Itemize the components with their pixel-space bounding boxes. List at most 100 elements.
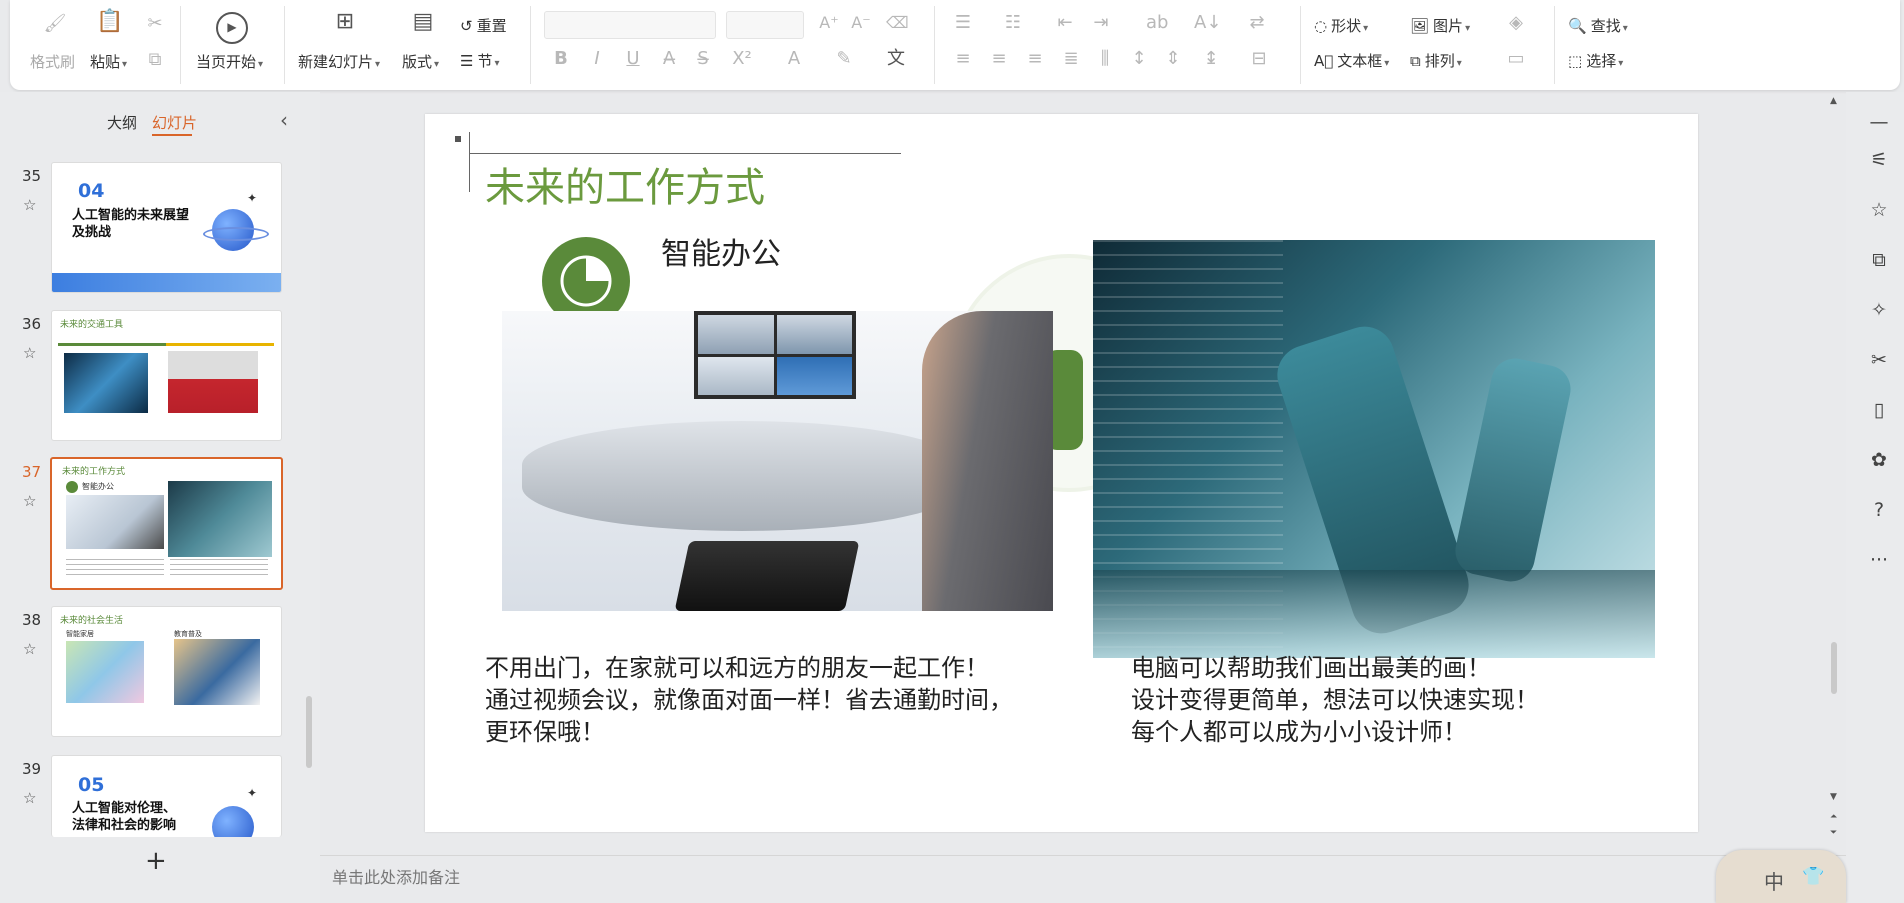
slide-title[interactable]: 未来的工作方式 bbox=[485, 164, 765, 212]
canvas-scrollbar[interactable]: ▲ ▼ ⏶ ⏷ bbox=[1828, 92, 1840, 852]
shirt-icon[interactable]: 👕 bbox=[1802, 866, 1824, 887]
fill-color-icon[interactable]: ◈ bbox=[1502, 13, 1530, 33]
book-icon[interactable]: ▯ bbox=[1867, 398, 1891, 422]
more-icon[interactable]: ··· bbox=[1867, 548, 1891, 572]
underline-icon[interactable]: U bbox=[624, 49, 642, 69]
collapse-panel-icon[interactable]: ‹ bbox=[280, 108, 288, 132]
spacing-options-icon[interactable]: ↨ bbox=[1200, 49, 1222, 69]
align-left-icon[interactable]: ≡ bbox=[952, 49, 974, 69]
layout-button[interactable]: 版式 ▾ bbox=[402, 51, 439, 72]
minimize-icon[interactable]: — bbox=[1867, 110, 1891, 134]
star-icon[interactable]: ☆ bbox=[23, 344, 36, 362]
picture-button[interactable]: 🖼 图片 ▾ bbox=[1410, 15, 1470, 36]
layout-icon[interactable]: ▤ bbox=[410, 11, 436, 33]
slide-thumbnail-38[interactable]: 未来的社会生活 智能家居 教育普及 bbox=[51, 606, 282, 737]
ime-language[interactable]: 中 bbox=[1764, 866, 1784, 895]
select-button[interactable]: ⬚ 选择 ▾ bbox=[1568, 50, 1623, 71]
right-text-line[interactable]: 每个人都可以成为小小设计师！ bbox=[1131, 716, 1467, 748]
copy-icon[interactable]: ⧉ bbox=[144, 50, 166, 70]
left-text-line[interactable]: 不用出门，在家就可以和远方的朋友一起工作！ bbox=[485, 652, 989, 684]
right-text-line[interactable]: 电脑可以帮助我们画出最美的画！ bbox=[1131, 652, 1491, 684]
video-meeting-image[interactable] bbox=[502, 311, 1053, 611]
align-text-icon[interactable]: ⊟ bbox=[1248, 49, 1270, 69]
transition-icon[interactable]: ⧉ bbox=[1867, 248, 1891, 272]
section-button[interactable]: ☰ 节 ▾ bbox=[460, 50, 500, 71]
left-text-line[interactable]: 通过视频会议，就像面对面一样！省去通勤时间， bbox=[485, 684, 1013, 716]
paste-button[interactable]: 粘贴 ▾ bbox=[90, 51, 127, 72]
distribute-icon[interactable]: ⫼ bbox=[1094, 49, 1116, 69]
para-spacing-icon[interactable]: ⇕ bbox=[1162, 49, 1184, 69]
puzzle-icon[interactable]: ✿ bbox=[1867, 448, 1891, 472]
increase-font-icon[interactable]: A⁺ bbox=[818, 13, 840, 33]
bold-icon[interactable]: B bbox=[552, 49, 570, 69]
scroll-thumb[interactable] bbox=[1831, 642, 1837, 694]
slide-thumbnail-36[interactable]: 未来的交通工具 bbox=[51, 310, 282, 441]
robotic-arm-image[interactable] bbox=[1093, 240, 1655, 658]
tab-slides[interactable]: 幻灯片 bbox=[152, 112, 197, 133]
left-text-line[interactable]: 更环保哦！ bbox=[485, 716, 605, 748]
find-button[interactable]: 🔍 查找 ▾ bbox=[1568, 15, 1628, 36]
arrange-button[interactable]: ⧉ 排列 ▾ bbox=[1410, 50, 1462, 71]
superscript-icon[interactable]: X² bbox=[728, 49, 756, 69]
phonetic-icon[interactable]: 文 bbox=[882, 49, 910, 69]
play-from-current-button[interactable]: 当页开始 ▾ bbox=[196, 51, 263, 72]
right-text-line[interactable]: 设计变得更简单，想法可以快速实现！ bbox=[1131, 684, 1539, 716]
chevron-down-icon: ▾ bbox=[494, 58, 500, 69]
decrease-font-icon[interactable]: A⁻ bbox=[850, 13, 872, 33]
outline-color-icon[interactable]: ▭ bbox=[1502, 49, 1530, 69]
highlight-icon[interactable]: ✎ bbox=[830, 49, 858, 69]
star-icon[interactable]: ☆ bbox=[23, 789, 36, 807]
bullet-list-icon[interactable]: ☰ bbox=[952, 13, 974, 33]
decrease-indent-icon[interactable]: ⇤ bbox=[1054, 13, 1076, 33]
settings-sliders-icon[interactable]: ⚟ bbox=[1867, 148, 1891, 172]
star-icon[interactable]: ☆ bbox=[23, 640, 36, 658]
text-direction-icon[interactable]: ab bbox=[1146, 13, 1168, 33]
strikethrough-icon[interactable]: A̶ bbox=[660, 49, 678, 69]
double-strike-icon[interactable]: S̶ bbox=[694, 49, 712, 69]
animation-icon[interactable]: ✧ bbox=[1867, 298, 1891, 322]
slide-canvas[interactable]: 未来的工作方式 智能办公 不用出门，在家就可以和远方的朋友一起工作！ 通过视频会… bbox=[425, 114, 1698, 832]
cut-icon[interactable]: ✂ bbox=[144, 14, 166, 34]
reset-button[interactable]: ↺ 重置 bbox=[460, 15, 507, 36]
new-slide-button[interactable]: 新建幻灯片 ▾ bbox=[298, 51, 380, 72]
textbox-button[interactable]: A⃞ 文本框 ▾ bbox=[1314, 50, 1389, 71]
tab-outline[interactable]: 大纲 bbox=[107, 112, 137, 133]
clear-format-icon[interactable]: ⌫ bbox=[886, 13, 909, 33]
star-icon[interactable]: ☆ bbox=[23, 492, 36, 510]
numbered-list-icon[interactable]: ☷ bbox=[1002, 13, 1024, 33]
next-slide-icon[interactable]: ⏷ bbox=[1830, 828, 1837, 838]
prev-slide-icon[interactable]: ⏶ bbox=[1830, 812, 1837, 822]
font-color-icon[interactable]: A bbox=[780, 49, 808, 69]
font-family-select[interactable] bbox=[544, 11, 716, 39]
new-slide-icon[interactable]: ⊞ bbox=[332, 11, 358, 33]
align-right-icon[interactable]: ≡ bbox=[1024, 49, 1046, 69]
convert-icon[interactable]: ⇄ bbox=[1246, 13, 1268, 33]
divider bbox=[284, 6, 285, 84]
tools-icon[interactable]: ✂ bbox=[1867, 348, 1891, 372]
shape-button[interactable]: ◌ 形状 ▾ bbox=[1314, 15, 1368, 36]
panel-scrollbar[interactable] bbox=[306, 696, 312, 768]
play-icon[interactable]: ▶ bbox=[216, 12, 248, 44]
slide-thumbnail-39[interactable]: 05 人工智能对伦理、 法律和社会的影响 ✦ bbox=[51, 755, 282, 837]
ime-widget[interactable]: 中 👕 bbox=[1716, 850, 1846, 903]
align-center-icon[interactable]: ≡ bbox=[988, 49, 1010, 69]
paste-icon[interactable]: 📋 bbox=[96, 11, 123, 33]
format-painter-icon[interactable]: 🖌 bbox=[42, 14, 68, 34]
line-spacing-icon[interactable]: ↕ bbox=[1128, 49, 1150, 69]
star-icon[interactable]: ☆ bbox=[23, 196, 36, 214]
format-painter-button[interactable]: 格式刷 bbox=[30, 51, 75, 72]
star-icon[interactable]: ☆ bbox=[1867, 198, 1891, 222]
slide-thumbnail-35[interactable]: 04 人工智能的未来展望 及挑战 ✦ bbox=[51, 162, 282, 293]
scroll-down-icon[interactable]: ▼ bbox=[1830, 792, 1837, 802]
sort-icon[interactable]: A↓ bbox=[1194, 13, 1221, 33]
justify-icon[interactable]: ≣ bbox=[1060, 49, 1082, 69]
add-slide-button[interactable]: + bbox=[145, 846, 167, 876]
slide-subtitle[interactable]: 智能办公 bbox=[661, 236, 781, 274]
notes-placeholder[interactable]: 单击此处添加备注 bbox=[332, 864, 460, 888]
italic-icon[interactable]: I bbox=[588, 49, 606, 69]
scroll-up-icon[interactable]: ▲ bbox=[1830, 96, 1837, 106]
slide-thumbnail-37[interactable]: 未来的工作方式 智能办公 bbox=[50, 457, 283, 590]
help-icon[interactable]: ? bbox=[1867, 498, 1891, 522]
increase-indent-icon[interactable]: ⇥ bbox=[1090, 13, 1112, 33]
font-size-select[interactable] bbox=[726, 11, 804, 39]
